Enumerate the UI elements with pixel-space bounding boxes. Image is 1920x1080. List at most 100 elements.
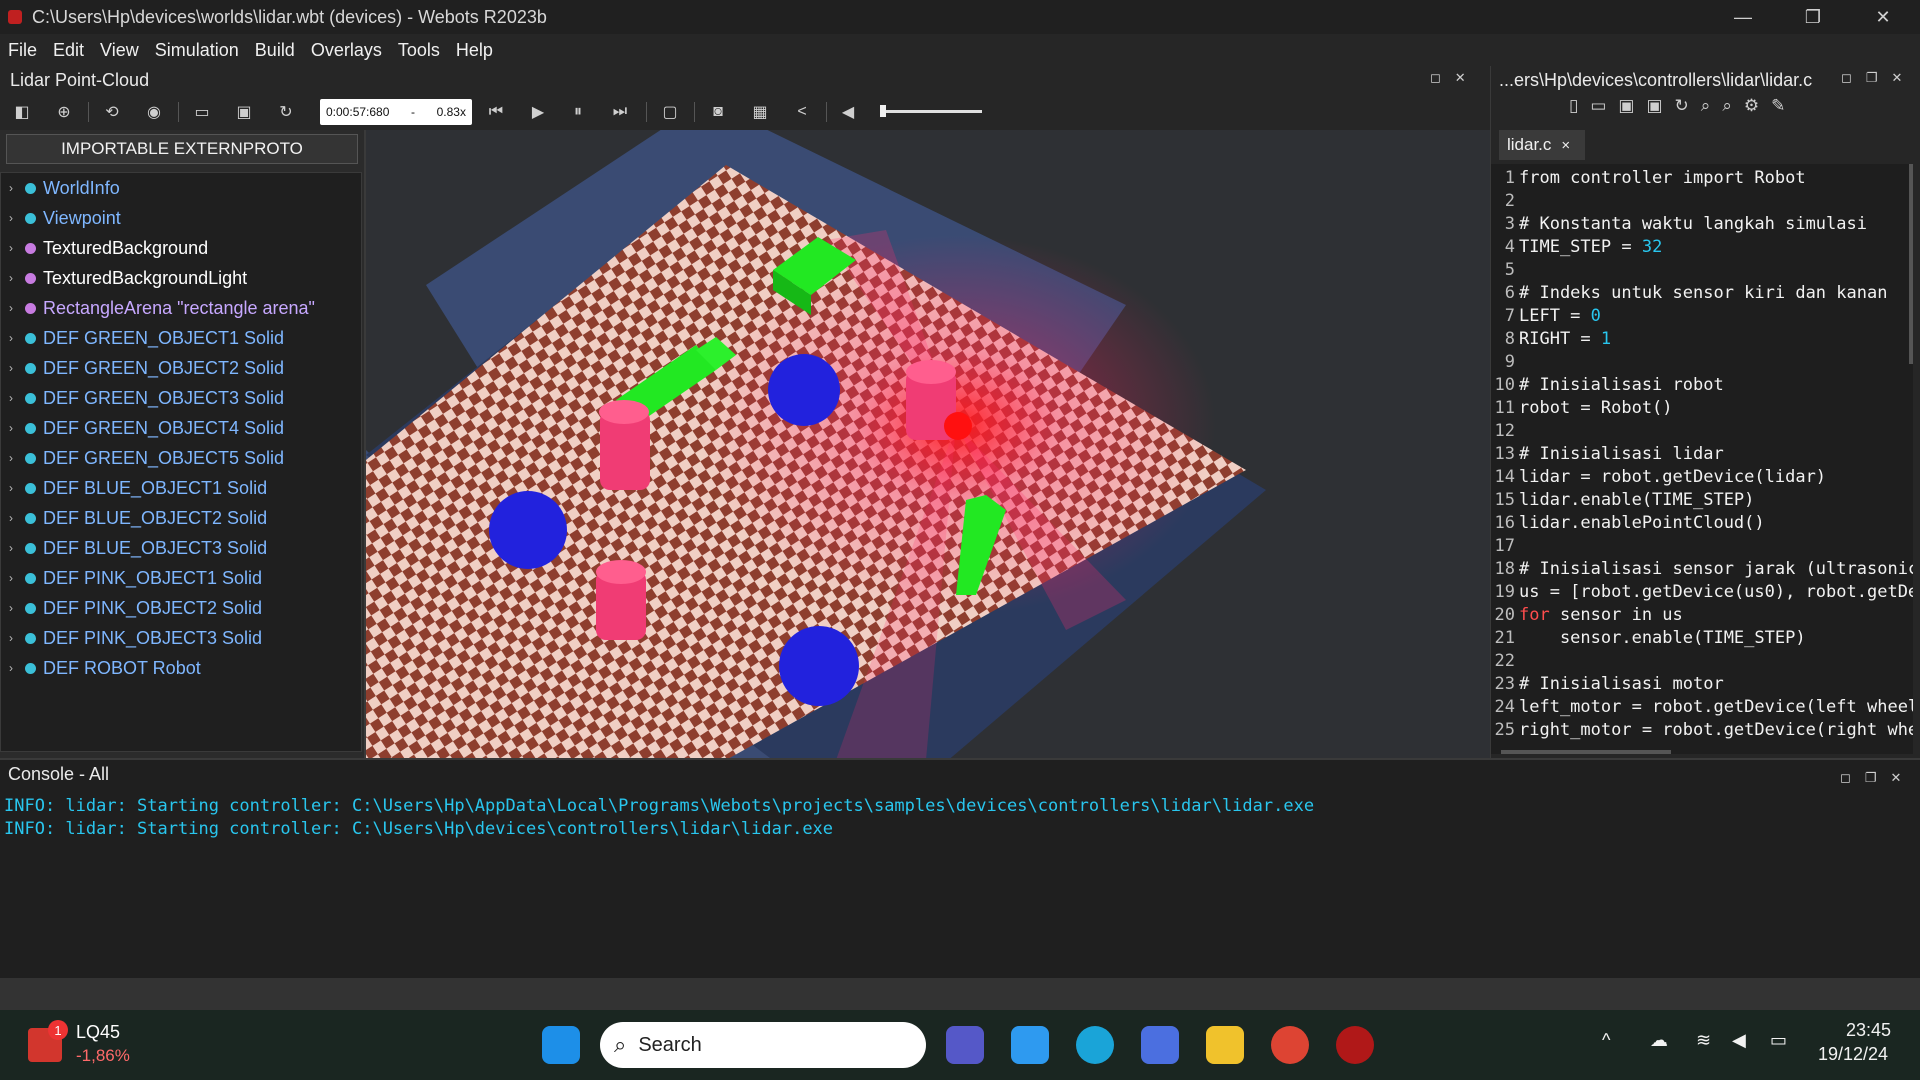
expand-arrow-icon[interactable]: › xyxy=(9,211,19,225)
tab-close-icon[interactable]: × xyxy=(1561,137,1570,154)
scene-tree-item[interactable]: › DEF PINK_OBJECT2 Solid xyxy=(1,593,262,623)
expand-arrow-icon[interactable]: › xyxy=(9,391,19,405)
menu-help[interactable]: Help xyxy=(448,34,501,66)
chrome-icon[interactable] xyxy=(1271,1026,1309,1064)
tab-lidar-c[interactable]: lidar.c × xyxy=(1499,130,1585,160)
scene-tree-item[interactable]: › Viewpoint xyxy=(1,203,121,233)
webots-taskbar-icon[interactable] xyxy=(1336,1026,1374,1064)
3d-scene[interactable] xyxy=(366,130,1490,758)
expand-arrow-icon[interactable]: › xyxy=(9,331,19,345)
new-file-icon[interactable]: ▯ xyxy=(1569,96,1578,122)
windows-start-icon[interactable] xyxy=(542,1026,580,1064)
menu-file[interactable]: File xyxy=(0,34,45,66)
scene-tree-item[interactable]: › DEF BLUE_OBJECT2 Solid xyxy=(1,503,267,533)
expand-arrow-icon[interactable]: › xyxy=(9,571,19,585)
reset-view-icon[interactable]: ⟲ xyxy=(100,100,124,124)
clock-time[interactable]: 23:45 xyxy=(1846,1020,1891,1041)
horizontal-scrollbar[interactable] xyxy=(1501,750,1671,754)
battery-icon[interactable]: ▭ xyxy=(1770,1030,1787,1051)
file-explorer-icon[interactable] xyxy=(1206,1026,1244,1064)
copilot-icon[interactable] xyxy=(1011,1026,1049,1064)
find-icon[interactable]: ⌕ xyxy=(1701,96,1711,122)
menu-view[interactable]: View xyxy=(92,34,147,66)
onedrive-icon[interactable]: ☁ xyxy=(1650,1030,1668,1051)
edge-icon[interactable] xyxy=(1076,1026,1114,1064)
scene-tree-item[interactable]: › DEF GREEN_OBJECT5 Solid xyxy=(1,443,284,473)
code-editor[interactable]: 1 from controller import Robot 2 3 # Konstan… xyxy=(1491,164,1913,754)
save-file-icon[interactable]: ▣ xyxy=(1618,96,1634,122)
box-icon[interactable]: ▢ xyxy=(658,100,682,124)
expand-arrow-icon[interactable]: › xyxy=(9,301,19,315)
undock-icon[interactable]: ◻ xyxy=(1430,70,1441,86)
scene-tree-item[interactable]: › DEF GREEN_OBJECT3 Solid xyxy=(1,383,284,413)
expand-arrow-icon[interactable]: › xyxy=(9,541,19,555)
scene-tree-item[interactable]: › DEF GREEN_OBJECT2 Solid xyxy=(1,353,284,383)
camera-icon[interactable]: ◙ xyxy=(706,100,730,124)
expand-arrow-icon[interactable]: › xyxy=(9,271,19,285)
open-icon[interactable]: ▭ xyxy=(190,100,214,124)
vertical-scrollbar[interactable] xyxy=(1909,164,1913,364)
scene-tree-item[interactable]: › DEF PINK_OBJECT3 Solid xyxy=(1,623,262,653)
expand-arrow-icon[interactable]: › xyxy=(9,481,19,495)
share-icon[interactable]: < xyxy=(790,100,814,124)
expand-arrow-icon[interactable]: › xyxy=(9,631,19,645)
show-hidden-icons[interactable]: ^ xyxy=(1602,1030,1610,1051)
scene-tree-item[interactable]: › DEF GREEN_OBJECT4 Solid xyxy=(1,413,284,443)
film-icon[interactable]: ▦ xyxy=(748,100,772,124)
volume-icon[interactable]: ◀ xyxy=(1732,1030,1746,1051)
gear-icon[interactable]: ⚙ xyxy=(1744,96,1759,122)
close-window-button[interactable]: ✕ xyxy=(1848,0,1918,34)
expand-arrow-icon[interactable]: › xyxy=(9,661,19,675)
clock-date[interactable]: 19/12/24 xyxy=(1818,1044,1888,1065)
wifi-icon[interactable]: ≋ xyxy=(1696,1030,1711,1051)
expand-arrow-icon[interactable]: › xyxy=(9,421,19,435)
expand-arrow-icon[interactable]: › xyxy=(9,451,19,465)
menu-edit[interactable]: Edit xyxy=(45,34,92,66)
volume-slider-handle[interactable] xyxy=(880,105,886,117)
save-as-icon[interactable]: ▣ xyxy=(1646,96,1662,122)
pause-icon[interactable]: ⏸ xyxy=(566,100,590,124)
eye-icon[interactable]: ◉ xyxy=(142,100,166,124)
revert-icon[interactable]: ↻ xyxy=(1675,96,1689,122)
close-panel-icon[interactable]: ✕ xyxy=(1455,70,1466,86)
build-icon[interactable]: ✎ xyxy=(1771,96,1785,122)
taskbar-search[interactable]: ⌕ Search xyxy=(600,1022,926,1068)
maximize-icon[interactable]: ❐ xyxy=(1866,70,1878,86)
undock-icon[interactable]: ◻ xyxy=(1841,70,1852,86)
scene-tree-item[interactable]: › DEF BLUE_OBJECT1 Solid xyxy=(1,473,267,503)
menu-tools[interactable]: Tools xyxy=(390,34,448,66)
expand-arrow-icon[interactable]: › xyxy=(9,601,19,615)
step-back-icon[interactable]: ⏮ xyxy=(484,100,508,124)
restore-button[interactable]: ❐ xyxy=(1778,0,1848,34)
scene-tree-item[interactable]: › DEF BLUE_OBJECT3 Solid xyxy=(1,533,267,563)
expand-arrow-icon[interactable]: › xyxy=(9,511,19,525)
importable-externproto-button[interactable]: IMPORTABLE EXTERNPROTO xyxy=(6,134,358,164)
menu-overlays[interactable]: Overlays xyxy=(303,34,390,66)
close-panel-icon[interactable]: ✕ xyxy=(1890,770,1901,786)
teams-icon[interactable] xyxy=(946,1026,984,1064)
menu-simulation[interactable]: Simulation xyxy=(147,34,247,66)
scene-tree-item[interactable]: › TexturedBackground xyxy=(1,233,208,263)
fast-forward-icon[interactable]: ⏭ xyxy=(608,100,632,124)
maximize-icon[interactable]: ❐ xyxy=(1865,770,1877,786)
play-step-icon[interactable]: ▶ xyxy=(526,100,550,124)
expand-arrow-icon[interactable]: › xyxy=(9,361,19,375)
scene-tree-item[interactable]: › DEF GREEN_OBJECT1 Solid xyxy=(1,323,284,353)
expand-arrow-icon[interactable]: › xyxy=(9,241,19,255)
scene-tree-item[interactable]: › DEF ROBOT Robot xyxy=(1,653,201,683)
scene-tree-item[interactable]: › RectangleArena "rectangle arena" xyxy=(1,293,315,323)
scene-tree-item[interactable]: › TexturedBackgroundLight xyxy=(1,263,247,293)
volume-slider[interactable] xyxy=(880,110,982,113)
scene-tree-item[interactable]: › WorldInfo xyxy=(1,173,120,203)
scene-tree-item[interactable]: › DEF PINK_OBJECT1 Solid xyxy=(1,563,262,593)
save-icon[interactable]: ▣ xyxy=(232,100,256,124)
panel-toggle-icon[interactable]: ◧ xyxy=(10,100,34,124)
bing-icon[interactable] xyxy=(1141,1026,1179,1064)
add-node-icon[interactable]: ⊕ xyxy=(52,100,76,124)
speaker-icon[interactable]: ◀ xyxy=(836,100,860,124)
expand-arrow-icon[interactable]: › xyxy=(9,181,19,195)
menu-build[interactable]: Build xyxy=(247,34,303,66)
3d-viewport[interactable] xyxy=(366,130,1490,758)
replace-icon[interactable]: ⌕ xyxy=(1722,96,1732,122)
reload-icon[interactable]: ↻ xyxy=(274,100,298,124)
